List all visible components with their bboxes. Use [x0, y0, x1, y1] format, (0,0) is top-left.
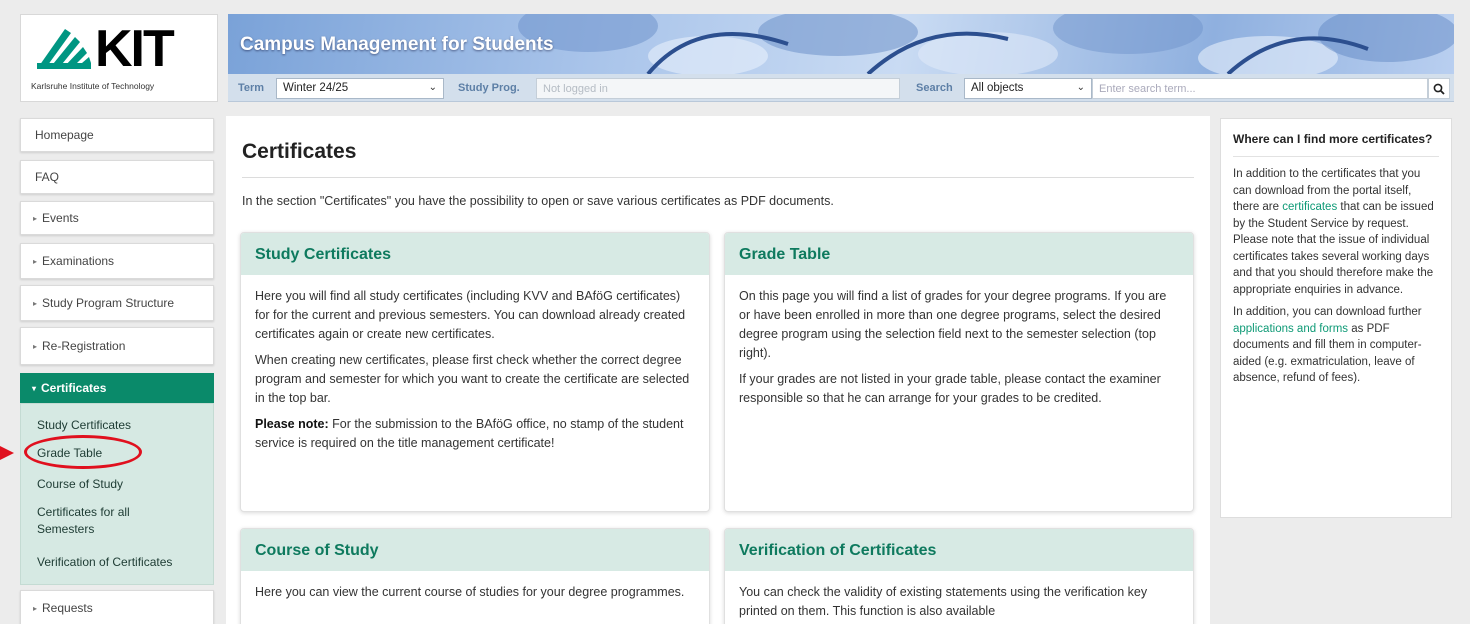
sidebar-item-re-registration[interactable]: ▸ Re-Registration — [20, 327, 214, 365]
search-scope-select[interactable]: All objects ⌄ — [964, 78, 1092, 99]
sidebar-item-certificates[interactable]: ▾ Certificates — [20, 373, 214, 403]
card-paragraph: When creating new certificates, please f… — [255, 353, 690, 405]
study-prog-label: Study Prog. — [458, 82, 520, 94]
card-study-certificates: Study Certificates Here you will find al… — [240, 232, 710, 512]
card-title[interactable]: Grade Table — [725, 233, 1193, 275]
certificates-link[interactable]: certificates — [1282, 201, 1337, 213]
logo-subtitle: Karlsruhe Institute of Technology — [31, 81, 155, 91]
chevron-down-icon: ▾ — [32, 383, 37, 393]
sidebar-item-study-program-structure[interactable]: ▸ Study Program Structure — [20, 285, 214, 321]
sidebar-item-label: Certificates — [41, 381, 107, 395]
search-label: Search — [916, 82, 953, 94]
search-input[interactable]: Enter search term... — [1092, 78, 1428, 99]
search-placeholder: Enter search term... — [1099, 83, 1196, 95]
toolbar: Term Winter 24/25 ⌄ Study Prog. Not logg… — [228, 74, 1454, 102]
sidebar-item-events[interactable]: ▸ Events — [20, 201, 214, 235]
info-box: Where can I find more certificates? In a… — [1220, 118, 1452, 518]
study-prog-field[interactable]: Not logged in — [536, 78, 900, 99]
term-value: Winter 24/25 — [283, 82, 349, 94]
kit-logo-mark-icon — [37, 29, 91, 69]
term-select[interactable]: Winter 24/25 ⌄ — [276, 78, 444, 99]
subnav-course-of-study[interactable]: Course of Study — [37, 476, 123, 493]
card-paragraph: Here you can view the current course of … — [255, 585, 685, 599]
card-verification-of-certificates: Verification of Certificates You can che… — [724, 528, 1194, 624]
note-label: Please note: — [255, 417, 329, 431]
kit-logo[interactable]: KIT Karlsruhe Institute of Technology — [20, 14, 218, 102]
card-title[interactable]: Course of Study — [241, 529, 709, 571]
card-paragraph: On this page you will find a list of gra… — [739, 289, 1167, 360]
search-icon — [1433, 83, 1445, 95]
search-button[interactable] — [1428, 78, 1450, 99]
sidebar-item-label: Requests — [42, 601, 93, 615]
card-note: Please note: For the submission to the B… — [255, 415, 695, 453]
search-scope-value: All objects — [971, 82, 1024, 94]
sidebar-item-label: Homepage — [35, 128, 94, 142]
term-label: Term — [238, 82, 265, 94]
chevron-right-icon: ▸ — [33, 256, 38, 266]
subnav-study-certificates[interactable]: Study Certificates — [37, 417, 131, 434]
sidebar-subnav: Study Certificates Grade Table Course of… — [20, 403, 214, 585]
card-title[interactable]: Study Certificates — [241, 233, 709, 275]
sidebar-item-label: FAQ — [35, 170, 60, 184]
chevron-right-icon: ▸ — [33, 341, 38, 351]
header-banner: Campus Management for Students — [228, 14, 1454, 74]
divider — [242, 177, 1194, 178]
sidebar-item-label: Study Program Structure — [42, 296, 175, 310]
card-paragraph: If your grades are not listed in your gr… — [739, 372, 1161, 405]
annotation-highlight-ring — [24, 435, 142, 469]
info-paragraph: In addition to the certificates that you… — [1233, 166, 1439, 298]
chevron-right-icon: ▸ — [33, 213, 38, 223]
subnav-certificates-all-semesters[interactable]: Certificates for all Semesters — [37, 504, 187, 538]
sidebar-item-label: Examinations — [42, 254, 115, 268]
chevron-right-icon: ▸ — [33, 298, 38, 308]
applications-forms-link[interactable]: applications and forms — [1233, 323, 1348, 335]
card-paragraph: You can check the validity of existing s… — [739, 585, 1148, 618]
sidebar-item-examinations[interactable]: ▸ Examinations — [20, 243, 214, 279]
sidebar-item-faq[interactable]: FAQ — [20, 160, 214, 194]
study-prog-placeholder: Not logged in — [543, 83, 608, 95]
page-title: Certificates — [242, 140, 357, 163]
info-text: that can be issued by the Student Servic… — [1233, 201, 1434, 296]
card-grade-table: Grade Table On this page you will find a… — [724, 232, 1194, 512]
main-content: Certificates In the section "Certificate… — [226, 116, 1210, 624]
chevron-down-icon: ⌄ — [1076, 82, 1085, 93]
annotation-arrow-icon — [0, 446, 14, 460]
subnav-verification-of-certificates[interactable]: Verification of Certificates — [37, 554, 172, 571]
chevron-right-icon: ▸ — [33, 603, 38, 613]
card-course-of-study: Course of Study Here you can view the cu… — [240, 528, 710, 624]
logo-text: KIT — [95, 20, 175, 78]
sidebar-item-homepage[interactable]: Homepage — [20, 118, 214, 152]
card-paragraph: Here you will find all study certificate… — [255, 289, 686, 341]
card-title[interactable]: Verification of Certificates — [725, 529, 1193, 571]
info-text: In addition, you can download further — [1233, 306, 1422, 318]
sidebar-item-requests[interactable]: ▸ Requests — [20, 590, 214, 624]
info-paragraph: In addition, you can download further ap… — [1233, 304, 1439, 387]
chevron-down-icon: ⌄ — [428, 82, 437, 93]
app-title: Campus Management for Students — [240, 34, 554, 55]
info-title: Where can I find more certificates? — [1233, 131, 1439, 157]
sidebar-item-label: Re-Registration — [42, 339, 126, 353]
intro-text: In the section "Certificates" you have t… — [242, 194, 834, 208]
sidebar-item-label: Events — [42, 211, 79, 225]
